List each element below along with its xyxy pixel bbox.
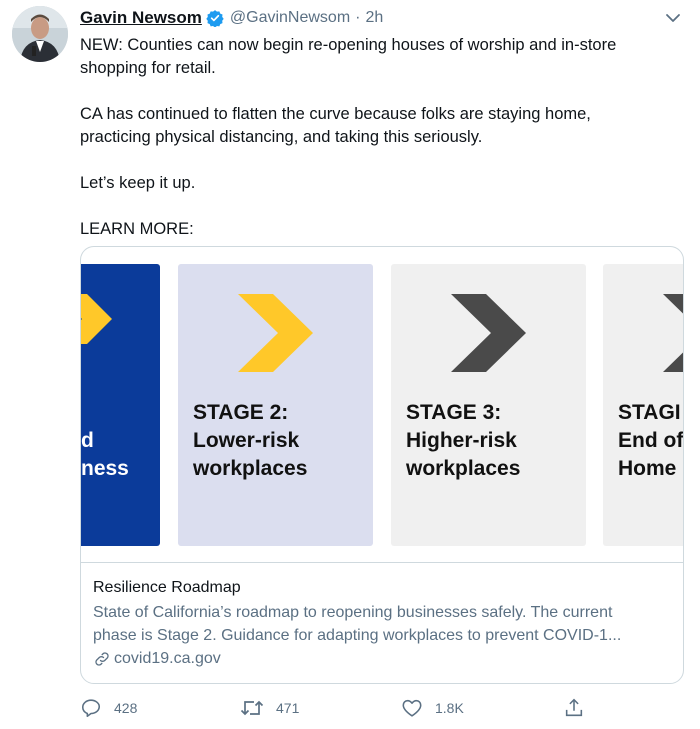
tweet-line: NEW: Counties can now begin re-opening h… — [80, 36, 617, 54]
reply-icon — [81, 699, 101, 718]
slide-line: Lower-risk — [193, 429, 300, 452]
tweet-line: shopping for retail. — [80, 59, 216, 77]
tweet-timestamp[interactable]: 2h — [365, 9, 383, 27]
tweet-line: Let’s keep it up. — [80, 174, 196, 192]
tweet-actions: 428 471 1.8K — [80, 695, 600, 721]
retweet-icon — [240, 700, 264, 716]
like-icon — [402, 699, 422, 717]
share-button[interactable] — [563, 695, 597, 721]
slide-line: STAGI — [618, 401, 681, 424]
card-desc-line: State of California’s roadmap to reopeni… — [93, 604, 613, 621]
chevron-down-icon[interactable] — [664, 9, 682, 27]
chevron-right-icon — [238, 294, 313, 372]
slide-line: Higher-risk — [406, 429, 517, 452]
card-desc-line: phase is Stage 2. Guidance for adapting … — [93, 627, 622, 644]
retweet-count: 471 — [276, 700, 300, 716]
slide-line: workplaces — [193, 457, 308, 480]
slide-line: Home — [618, 457, 677, 480]
slide-line: End of — [618, 429, 684, 452]
card-link[interactable]: covid19.ca.gov — [93, 647, 678, 670]
slide-line: STAGE 3: — [406, 401, 502, 424]
verified-badge-icon — [206, 9, 224, 28]
carousel-slide[interactable]: d ness — [81, 264, 160, 546]
tweet-line: LEARN MORE: — [80, 220, 194, 238]
share-icon — [565, 698, 583, 717]
card-description: State of California’s roadmap to reopeni… — [93, 601, 678, 647]
chevron-right-icon — [81, 294, 112, 344]
tweet-header: Gavin Newsom @GavinNewsom · 2h — [80, 7, 383, 29]
chevron-right-icon — [451, 294, 526, 372]
header-separator: · — [355, 9, 361, 26]
reply-count: 428 — [114, 700, 138, 716]
slide-text: STAGI End of Home — [618, 399, 684, 483]
author-name[interactable]: Gavin Newsom — [80, 8, 202, 28]
chevron-right-icon — [663, 294, 683, 372]
tweet[interactable]: Gavin Newsom @GavinNewsom · 2h NEW: Coun… — [0, 0, 700, 729]
like-button[interactable]: 1.8K — [401, 695, 464, 721]
slide-text: STAGE 3: Higher-risk workplaces — [406, 399, 586, 483]
reply-button[interactable]: 428 — [80, 695, 137, 721]
carousel-slide[interactable]: STAGE 3: Higher-risk workplaces — [391, 264, 586, 546]
carousel-slide[interactable]: STAGE 2: Lower-risk workplaces — [178, 264, 373, 546]
retweet-button[interactable]: 471 — [240, 695, 299, 721]
like-count: 1.8K — [435, 700, 464, 716]
slide-text: STAGE 2: Lower-risk workplaces — [193, 399, 373, 483]
tweet-line: practicing physical distancing, and taki… — [80, 128, 483, 146]
carousel-slide[interactable]: STAGI End of Home — [603, 264, 684, 546]
tweet-text: NEW: Counties can now begin re-opening h… — [80, 34, 680, 241]
card-title: Resilience Roadmap — [93, 579, 241, 596]
card-info[interactable]: Resilience Roadmap State of California’s… — [93, 577, 678, 670]
image-carousel[interactable]: d ness STAGE 2: Lower-risk workplaces ST… — [81, 247, 684, 563]
link-card[interactable]: d ness STAGE 2: Lower-risk workplaces ST… — [80, 246, 684, 684]
tweet-line: CA has continued to flatten the curve be… — [80, 105, 591, 123]
avatar[interactable] — [12, 6, 68, 62]
author-handle[interactable]: @GavinNewsom — [230, 9, 350, 27]
slide-line: STAGE 2: — [193, 401, 289, 424]
card-domain[interactable]: covid19.ca.gov — [114, 647, 221, 670]
link-icon — [95, 651, 109, 666]
slide-line: workplaces — [406, 457, 521, 480]
